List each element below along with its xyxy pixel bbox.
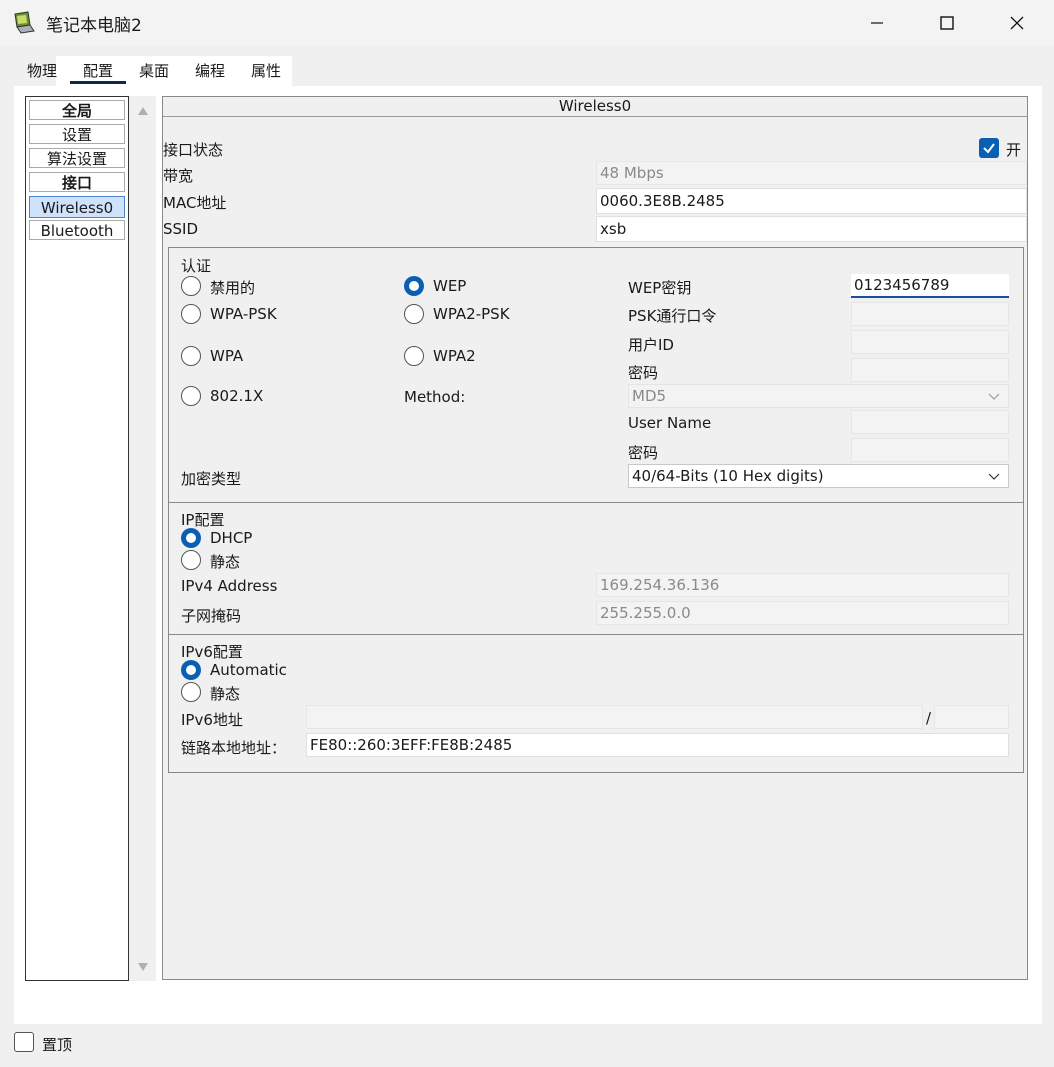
- auth-title: 认证: [181, 257, 212, 275]
- ipv4-address-label: IPv4 Address: [181, 577, 278, 595]
- sidebar: 全局 设置 算法设置 接口 Wireless0 Bluetooth: [25, 96, 129, 981]
- wep-key-label: WEP密钥: [628, 279, 692, 297]
- tab-physical[interactable]: 物理: [20, 56, 64, 86]
- sidebar-item-global[interactable]: 全局: [29, 100, 125, 120]
- minimize-button[interactable]: [842, 0, 912, 46]
- bandwidth-label: 带宽: [163, 167, 194, 185]
- ipv6-prefix-slash: /: [926, 709, 932, 727]
- radio-ipv6-automatic[interactable]: [181, 660, 201, 680]
- chevron-down-icon: [988, 473, 1000, 480]
- psk-passphrase-field: [851, 302, 1009, 326]
- encryption-type-select[interactable]: 40/64-Bits (10 Hex digits): [628, 464, 1009, 488]
- scroll-down-icon[interactable]: [137, 962, 149, 972]
- user-name-label: User Name: [628, 414, 712, 432]
- tab-desktop[interactable]: 桌面: [132, 56, 176, 86]
- auth-8021x-label: 802.1X: [210, 387, 264, 405]
- pin-on-top-checkbox[interactable]: [14, 1032, 34, 1052]
- auth-wpa-psk-label: WPA-PSK: [210, 305, 277, 323]
- mac-address-field[interactable]: 0060.3E8B.2485: [596, 188, 1027, 214]
- ip-config-title: IP配置: [181, 511, 225, 529]
- maximize-button[interactable]: [912, 0, 982, 46]
- laptop-app-icon: [12, 10, 36, 34]
- close-icon: [1010, 16, 1024, 30]
- port-on-label: 开: [1006, 141, 1022, 159]
- sidebar-item-interface[interactable]: 接口: [29, 172, 125, 192]
- radio-ipv6-static[interactable]: [181, 682, 201, 702]
- password-field: [851, 358, 1009, 382]
- user-id-label: 用户ID: [628, 336, 674, 354]
- tab-programming[interactable]: 编程: [188, 56, 232, 86]
- password-label: 密码: [628, 364, 659, 382]
- maximize-icon: [940, 16, 954, 30]
- pin-on-top-label: 置顶: [42, 1036, 73, 1054]
- method-value: MD5: [632, 387, 667, 405]
- panel-header: Wireless0: [163, 97, 1027, 117]
- port-on-checkbox[interactable]: [979, 138, 999, 158]
- link-local-label: 链路本地地址：: [181, 739, 287, 757]
- window-title: 笔记本电脑2: [46, 16, 142, 36]
- ipv6-automatic-label: Automatic: [210, 661, 287, 679]
- ip-static-label: 静态: [210, 553, 241, 571]
- radio-ip-dhcp[interactable]: [181, 528, 201, 548]
- radio-auth-wpa[interactable]: [181, 346, 201, 366]
- close-button[interactable]: [982, 0, 1052, 46]
- radio-auth-wep[interactable]: [404, 276, 424, 296]
- radio-auth-wpa-psk[interactable]: [181, 304, 201, 324]
- user-name-field: [851, 410, 1009, 434]
- ipv6-static-label: 静态: [210, 685, 241, 703]
- radio-auth-disabled[interactable]: [181, 276, 201, 296]
- mac-address-label: MAC地址: [163, 194, 227, 212]
- chevron-down-icon: [988, 393, 1000, 400]
- radio-auth-8021x[interactable]: [181, 386, 201, 406]
- ssid-field[interactable]: xsb: [596, 216, 1027, 242]
- minimize-icon: [871, 22, 883, 24]
- method-select: MD5: [628, 384, 1009, 408]
- auth-wep-label: WEP: [433, 277, 467, 295]
- ip-dhcp-label: DHCP: [210, 529, 253, 547]
- tab-attributes[interactable]: 属性: [244, 56, 288, 86]
- ipv6-prefix-field: [934, 705, 1009, 729]
- radio-auth-wpa2[interactable]: [404, 346, 424, 366]
- ipv4-address-field: 169.254.36.136: [596, 573, 1009, 597]
- wep-key-field[interactable]: 0123456789: [851, 274, 1009, 298]
- ssid-label: SSID: [163, 220, 199, 238]
- bandwidth-field: 48 Mbps: [596, 161, 1027, 185]
- sidebar-item-algorithm-settings[interactable]: 算法设置: [29, 148, 125, 168]
- subnet-mask-label: 子网掩码: [181, 607, 242, 625]
- tab-strip: 物理 配置 桌面 编程 属性: [14, 56, 1042, 86]
- psk-passphrase-label: PSK通行口令: [628, 307, 717, 325]
- radio-auth-wpa2-psk[interactable]: [404, 304, 424, 324]
- ipv6-address-label: IPv6地址: [181, 711, 243, 729]
- password2-label: 密码: [628, 444, 659, 462]
- checkmark-icon: [983, 143, 995, 154]
- subnet-mask-field: 255.255.0.0: [596, 601, 1009, 625]
- encryption-type-value: 40/64-Bits (10 Hex digits): [632, 467, 824, 485]
- password2-field: [851, 438, 1009, 462]
- auth-wpa-label: WPA: [210, 347, 244, 365]
- scroll-up-icon[interactable]: [137, 106, 149, 116]
- sidebar-scrollbar[interactable]: [129, 96, 156, 981]
- auth-wpa2-psk-label: WPA2-PSK: [433, 305, 510, 323]
- auth-disabled-label: 禁用的: [210, 279, 256, 297]
- user-id-field: [851, 330, 1009, 354]
- link-local-field[interactable]: FE80::260:3EFF:FE8B:2485: [306, 733, 1009, 757]
- method-label: Method:: [404, 388, 466, 406]
- auth-wpa2-label: WPA2: [433, 347, 476, 365]
- encryption-type-label: 加密类型: [181, 470, 242, 488]
- sidebar-item-wireless0[interactable]: Wireless0: [29, 196, 125, 218]
- port-status-label: 接口状态: [163, 141, 224, 159]
- sidebar-item-bluetooth[interactable]: Bluetooth: [29, 220, 125, 240]
- ipv6-address-field: [306, 705, 923, 729]
- ipv6-config-title: IPv6配置: [181, 643, 243, 661]
- active-tab-indicator: [70, 81, 126, 84]
- radio-ip-static[interactable]: [181, 550, 201, 570]
- sidebar-item-settings[interactable]: 设置: [29, 124, 125, 144]
